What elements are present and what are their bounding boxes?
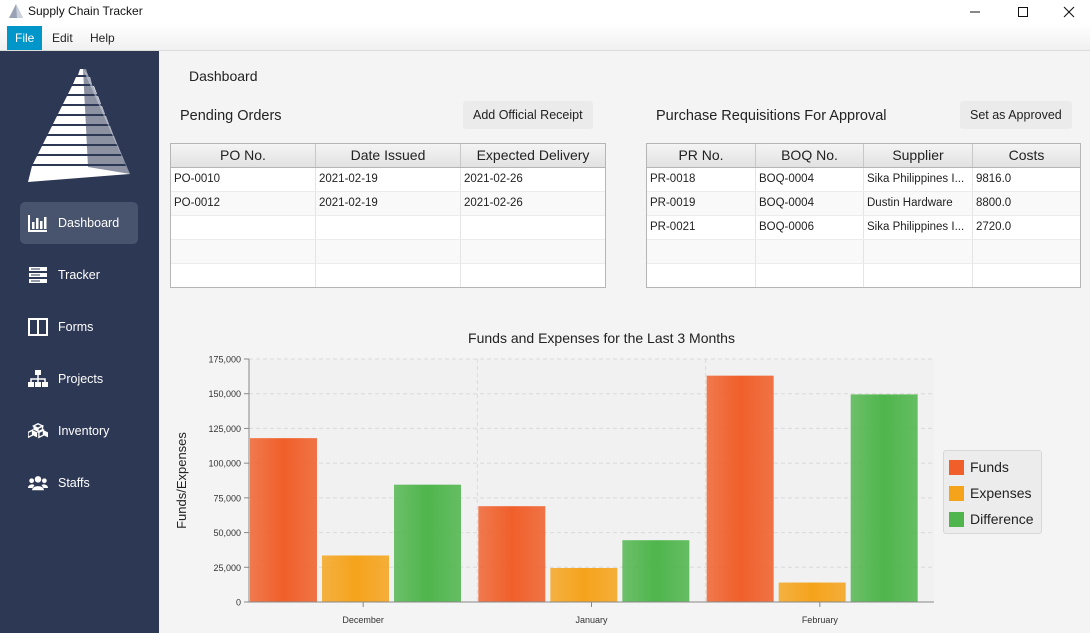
- bar-funds-december: [250, 438, 317, 602]
- menu-help[interactable]: Help: [82, 26, 123, 50]
- close-icon: [1063, 6, 1075, 18]
- sidebar-item-label: Staffs: [58, 476, 90, 490]
- x-tick-label: February: [802, 615, 839, 625]
- minimize-button[interactable]: [952, 0, 998, 24]
- bar-difference-january: [622, 540, 690, 602]
- server-stack-icon: [29, 267, 47, 283]
- sidebar-item-forms[interactable]: Forms: [20, 306, 138, 348]
- legend-label: Difference: [970, 511, 1034, 527]
- y-tick-label: 75,000: [213, 493, 241, 503]
- window-title: Supply Chain Tracker: [28, 4, 143, 18]
- menu-bar: File Edit Help: [0, 24, 1090, 51]
- y-tick-label: 100,000: [208, 459, 241, 469]
- maximize-button[interactable]: [1000, 0, 1046, 24]
- menu-edit[interactable]: Edit: [44, 26, 81, 50]
- bar-funds-january: [478, 506, 546, 602]
- bar-expenses-february: [778, 582, 846, 602]
- bar-difference-february: [850, 394, 918, 602]
- title-bar: Supply Chain Tracker: [0, 0, 1090, 24]
- y-tick-label: 25,000: [213, 563, 241, 573]
- legend-swatch: [949, 512, 964, 527]
- legend-label: Expenses: [970, 485, 1032, 501]
- chart-legend: Funds Expenses Difference: [943, 450, 1042, 534]
- sidebar-item-label: Forms: [58, 320, 94, 334]
- app-window: Supply Chain Tracker File Edit Help Dash…: [0, 0, 1090, 633]
- legend-swatch: [949, 460, 964, 475]
- bar-expenses-january: [550, 567, 618, 602]
- users-icon: [28, 476, 48, 491]
- bar-funds-february: [706, 375, 774, 602]
- columns-icon: [28, 318, 48, 336]
- legend-label: Funds: [970, 459, 1009, 475]
- x-tick-label: December: [342, 615, 384, 625]
- legend-swatch: [949, 486, 964, 501]
- y-tick-label: 150,000: [208, 389, 241, 399]
- sidebar-item-inventory[interactable]: Inventory: [20, 410, 138, 452]
- close-button[interactable]: [1046, 0, 1090, 24]
- bar-expenses-december: [322, 555, 389, 602]
- maximize-icon: [1018, 7, 1028, 17]
- y-tick-label: 175,000: [208, 355, 241, 365]
- sidebar-item-label: Tracker: [58, 268, 100, 282]
- minimize-icon: [970, 11, 980, 13]
- sitemap-icon: [28, 370, 48, 387]
- sidebar-item-projects[interactable]: Projects: [20, 358, 138, 400]
- sidebar-item-label: Dashboard: [58, 216, 120, 230]
- y-tick-label: 125,000: [208, 424, 241, 434]
- bar-chart: 0 25,000 50,000 75,000 100,000 125,000 150,000…: [174, 355, 934, 625]
- sidebar-item-label: Inventory: [58, 424, 110, 438]
- sidebar-item-label: Projects: [58, 372, 104, 386]
- sidebar-item-dashboard[interactable]: Dashboard: [20, 202, 138, 244]
- x-tick-label: January: [575, 615, 608, 625]
- y-axis-label: Funds/Expenses: [174, 432, 189, 529]
- sidebar: Dashboard Tracker Forms Projects Invento…: [0, 51, 159, 633]
- main-content: Dashboard Pending Orders Add Official Re…: [159, 51, 1090, 633]
- bar-chart-icon: [28, 215, 47, 232]
- app-logo-icon: [9, 4, 23, 18]
- menu-file[interactable]: File: [7, 26, 43, 50]
- y-tick-label: 0: [236, 598, 241, 608]
- sidebar-item-staffs[interactable]: Staffs: [20, 462, 138, 504]
- y-tick-label: 50,000: [213, 528, 241, 538]
- bar-difference-december: [394, 484, 461, 602]
- company-logo: [28, 69, 130, 182]
- cubes-icon: [28, 422, 48, 439]
- sidebar-item-tracker[interactable]: Tracker: [20, 254, 138, 296]
